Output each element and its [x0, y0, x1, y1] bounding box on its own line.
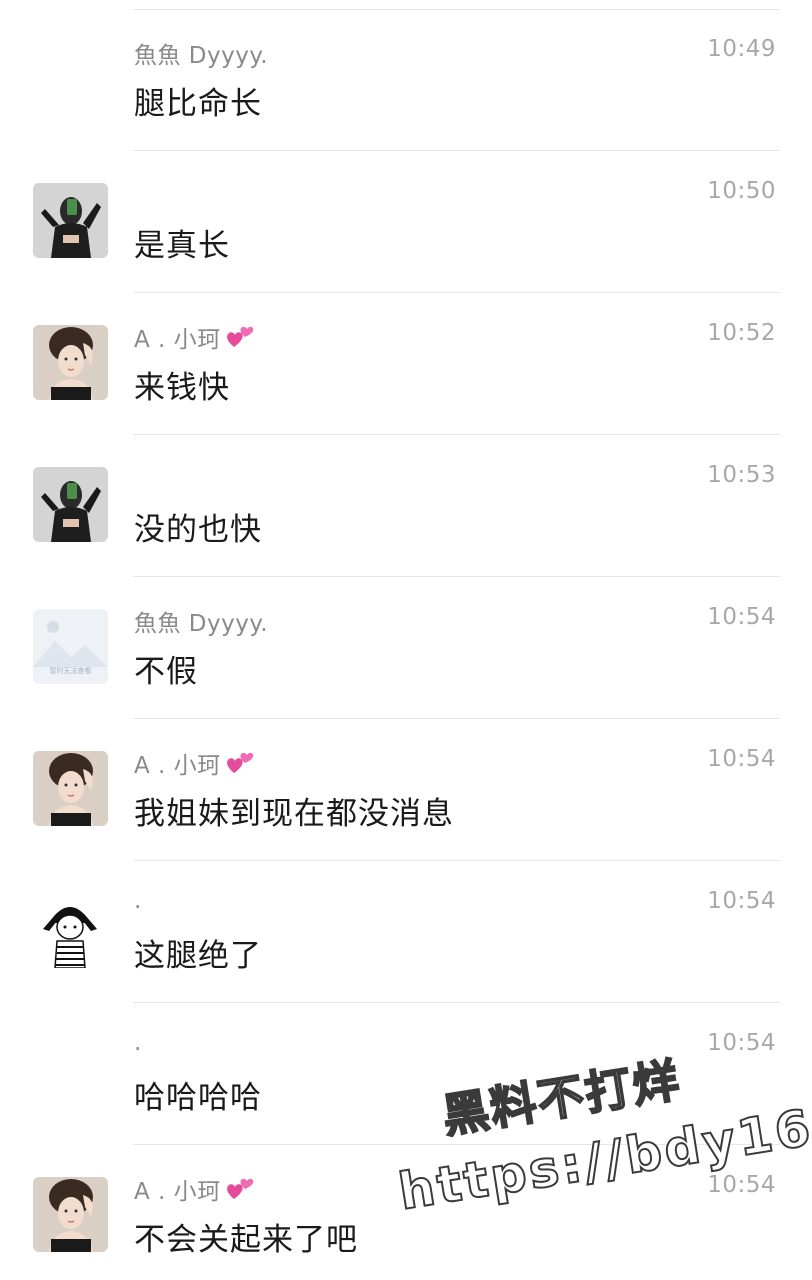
placeholder-image-avatar[interactable]: 暂时无法查看	[33, 609, 108, 684]
two-hearts-icon	[225, 1175, 255, 1207]
cartoon-girl-avatar[interactable]	[33, 893, 108, 968]
message-text: 这腿绝了	[134, 938, 262, 974]
message-text: 不会关起来了吧	[134, 1222, 358, 1258]
message-text: 是真长	[134, 228, 230, 264]
sender-name: A . 小珂	[134, 746, 255, 781]
divider	[133, 1002, 780, 1003]
message-row[interactable]: 暂时无法查看 魚魚 Dyyyy. 10:54 不假	[0, 578, 812, 719]
message-time: 10:54	[707, 746, 776, 772]
divider	[133, 150, 780, 151]
message-row[interactable]: 魚魚 Dyyyy. 10:49 腿比命长	[0, 10, 812, 151]
girl-portrait-avatar[interactable]	[33, 325, 108, 400]
divider	[133, 576, 780, 577]
message-time: 10:54	[707, 1030, 776, 1056]
two-hearts-icon	[225, 749, 255, 781]
message-time: 10:52	[707, 320, 776, 346]
message-time: 10:54	[707, 888, 776, 914]
divider	[133, 292, 780, 293]
message-text: 我姐妹到现在都没消息	[134, 796, 454, 832]
message-text: 腿比命长	[134, 86, 262, 122]
sender-name: 魚魚 Dyyyy.	[134, 43, 268, 69]
divider	[133, 1144, 780, 1145]
girl-portrait-avatar[interactable]	[33, 1177, 108, 1252]
mirror-selfie-avatar[interactable]	[33, 183, 108, 258]
message-row[interactable]: A . 小珂 10:54 我姐妹到现在都没消息	[0, 720, 812, 861]
message-text: 来钱快	[134, 370, 230, 406]
sender-name: A . 小珂	[134, 320, 255, 355]
divider	[133, 434, 780, 435]
message-text: 不假	[134, 654, 198, 690]
sender-name: 魚魚 Dyyyy.	[134, 611, 268, 637]
message-row[interactable]: 10:50 是真长	[0, 152, 812, 293]
message-time: 10:53	[707, 462, 776, 488]
message-text: 哈哈哈哈	[134, 1080, 262, 1116]
avatar-caption: 暂时无法查看	[50, 666, 92, 675]
sender-name: .	[134, 888, 142, 914]
message-row[interactable]: 10:53 没的也快	[0, 436, 812, 577]
message-row[interactable]: . 10:54 哈哈哈哈	[0, 1004, 812, 1145]
message-row[interactable]: . 10:54 这腿绝了	[0, 862, 812, 1003]
sender-name: .	[134, 1030, 142, 1056]
girl-portrait-avatar[interactable]	[33, 751, 108, 826]
message-time: 10:54	[707, 1172, 776, 1198]
divider	[133, 860, 780, 861]
message-time: 10:54	[707, 604, 776, 630]
chat-history-list: 魚魚 Dyyyy. 10:49 腿比命长 10:50 是真长 A . 小珂 10…	[0, 0, 812, 1280]
message-time: 10:50	[707, 178, 776, 204]
message-text: 没的也快	[134, 512, 262, 548]
message-time: 10:49	[707, 36, 776, 62]
message-row[interactable]: A . 小珂 10:52 来钱快	[0, 294, 812, 435]
divider	[133, 718, 780, 719]
message-row[interactable]: A . 小珂 10:54 不会关起来了吧	[0, 1146, 812, 1280]
two-hearts-icon	[225, 323, 255, 355]
mirror-selfie-avatar[interactable]	[33, 467, 108, 542]
sender-name: A . 小珂	[134, 1172, 255, 1207]
